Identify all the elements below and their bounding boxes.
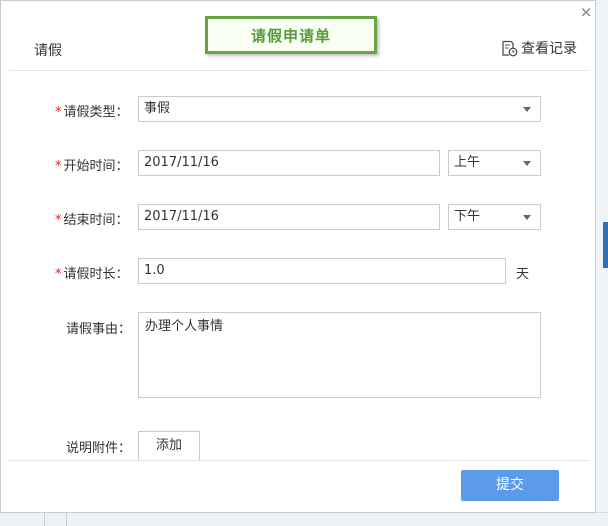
end-date-value: 2017/11/16 (144, 209, 219, 224)
start-date-input[interactable]: 2017/11/16 (138, 150, 440, 176)
footer-divider (9, 460, 589, 461)
add-attachment-button[interactable]: 添加 (138, 431, 200, 461)
form-title-callout: 请假申请单 (205, 16, 377, 54)
required-mark: * (55, 159, 62, 174)
background-window-bottom (0, 512, 608, 526)
duration-unit: 天 (516, 267, 530, 282)
start-period-select[interactable]: 上午 (448, 150, 541, 176)
chevron-down-icon (523, 107, 531, 112)
reason-textarea[interactable]: 办理个人事情 (138, 312, 541, 398)
background-divider (66, 513, 67, 526)
start-date-value: 2017/11/16 (144, 155, 219, 170)
start-time-label: * 开始时间： (55, 159, 129, 174)
end-time-label: * 结束时间： (55, 213, 129, 228)
view-records-link[interactable]: 查看记录 (501, 38, 577, 58)
dialog-title: 请假 (34, 43, 62, 59)
leave-request-dialog: × 请假申请单 请假 查看记录 * 请假类型： 事假 * 开始时间： 2017/11… (0, 0, 596, 513)
start-period-value: 上午 (454, 155, 481, 170)
end-period-select[interactable]: 下午 (448, 204, 541, 230)
leave-type-value: 事假 (144, 101, 171, 116)
view-records-label: 查看记录 (521, 41, 577, 57)
duration-label: * 请假时长： (55, 267, 129, 282)
background-window-edge (594, 0, 608, 526)
background-scroll-indicator (603, 222, 608, 268)
background-divider (44, 513, 45, 526)
duration-input[interactable]: 1.0 (138, 258, 506, 284)
chevron-down-icon (523, 215, 531, 220)
chevron-down-icon (523, 161, 531, 166)
duration-value: 1.0 (144, 263, 165, 278)
header-divider (9, 70, 589, 71)
required-mark: * (55, 213, 62, 228)
leave-type-label: * 请假类型： (55, 105, 129, 120)
required-mark: * (55, 267, 62, 282)
reason-value: 办理个人事情 (145, 319, 224, 334)
document-clock-icon (501, 40, 518, 57)
reason-label: 请假事由： (66, 322, 132, 337)
end-period-value: 下午 (454, 209, 481, 224)
leave-type-select[interactable]: 事假 (138, 96, 541, 122)
required-mark: * (55, 105, 62, 120)
end-date-input[interactable]: 2017/11/16 (138, 204, 440, 230)
attachment-label: 说明附件： (66, 441, 132, 456)
submit-button[interactable]: 提交 (461, 470, 559, 501)
close-button[interactable]: × (579, 5, 593, 20)
